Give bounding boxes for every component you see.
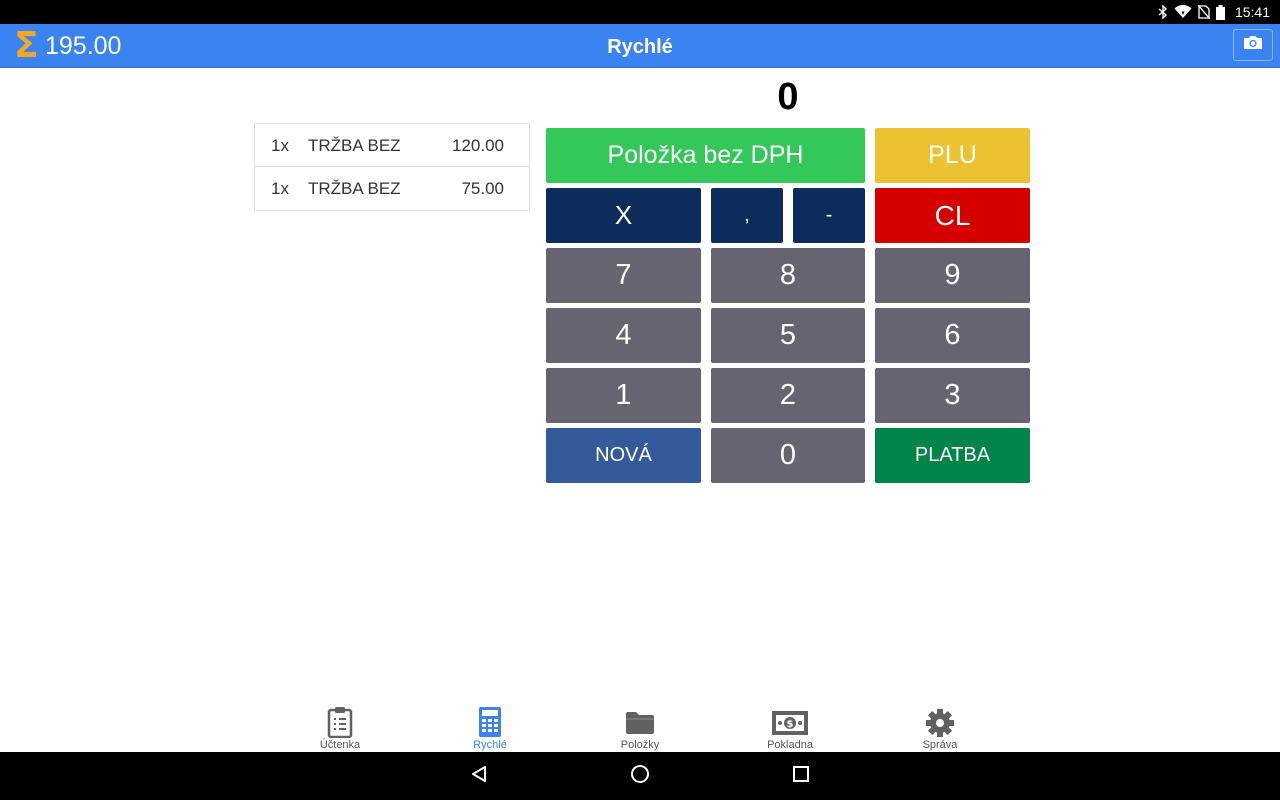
status-bar: 15:41 [0, 0, 1280, 24]
item-price: 75.00 [461, 179, 504, 198]
minus-button[interactable]: - [793, 188, 865, 243]
system-nav-bar [0, 752, 1280, 800]
digit-0-button[interactable]: 0 [711, 428, 865, 483]
app-bar-divider [0, 67, 1280, 68]
nav-item-polozky[interactable]: Položky [565, 700, 715, 752]
nav-item-pokladna[interactable]: $ Pokladna [715, 700, 865, 752]
digit-1-button[interactable]: 1 [546, 368, 701, 423]
bottom-nav: Účtenka Rychlé Položky $ Pokladna Správa [0, 700, 1280, 752]
bluetooth-icon [1158, 5, 1168, 19]
wifi-icon [1174, 5, 1192, 19]
pay-button[interactable]: PLATBA [875, 428, 1030, 483]
digit-4-button[interactable]: 4 [546, 308, 701, 363]
receipt-row[interactable]: 1x TRŽBA BEZ 75.00 [255, 167, 529, 210]
digit-3-button[interactable]: 3 [875, 368, 1030, 423]
home-icon [630, 764, 650, 789]
recents-icon [792, 765, 810, 788]
receipt-clipboard-icon [265, 706, 415, 738]
status-time: 15:41 [1234, 4, 1270, 20]
app-bar: Σ 195.00 Rychlé [0, 24, 1280, 68]
item-name: TRŽBA BEZ [308, 136, 401, 155]
item-price: 120.00 [452, 136, 504, 155]
page-title: Rychlé [607, 36, 673, 58]
item-quantity: 1x [271, 136, 289, 155]
item-quantity: 1x [271, 179, 289, 198]
nav-label: Rychlé [473, 739, 507, 751]
nav-item-uctenka[interactable]: Účtenka [265, 700, 415, 752]
nav-item-sprava[interactable]: Správa [865, 700, 1015, 752]
plu-button[interactable]: PLU [875, 128, 1030, 183]
digit-5-button[interactable]: 5 [711, 308, 865, 363]
item-name: TRŽBA BEZ [308, 179, 401, 198]
nav-item-rychle[interactable]: Rychlé [415, 700, 565, 752]
digit-6-button[interactable]: 6 [875, 308, 1030, 363]
nav-label: Pokladna [767, 739, 813, 751]
gear-icon [865, 706, 1015, 738]
entry-display: 0 [777, 76, 799, 118]
nav-label: Účtenka [319, 739, 361, 751]
status-icons: 15:41 [1158, 0, 1270, 24]
camera-icon [1243, 35, 1263, 55]
calculator-icon [415, 706, 565, 738]
home-button[interactable] [628, 764, 652, 788]
digit-8-button[interactable]: 8 [711, 248, 865, 303]
multiply-button[interactable]: X [546, 188, 701, 243]
back-button[interactable] [467, 764, 491, 788]
clear-button[interactable]: CL [875, 188, 1030, 243]
camera-button[interactable] [1233, 29, 1273, 61]
item-without-vat-button[interactable]: Položka bez DPH [546, 128, 865, 183]
receipt-list: 1x TRŽBA BEZ 120.00 1x TRŽBA BEZ 75.00 [254, 123, 530, 211]
recents-button[interactable] [789, 764, 813, 788]
battery-icon [1215, 4, 1225, 20]
folder-icon [565, 706, 715, 736]
digit-7-button[interactable]: 7 [546, 248, 701, 303]
no-sim-icon [1197, 5, 1210, 19]
svg-text:$: $ [787, 719, 794, 730]
new-receipt-button[interactable]: NOVÁ [546, 428, 701, 483]
back-icon [470, 765, 488, 788]
cash-icon: $ [715, 706, 865, 736]
digit-2-button[interactable]: 2 [711, 368, 865, 423]
comma-button[interactable]: , [711, 188, 783, 243]
receipt-row[interactable]: 1x TRŽBA BEZ 120.00 [255, 124, 529, 167]
nav-label: Správa [922, 739, 958, 751]
digit-9-button[interactable]: 9 [875, 248, 1030, 303]
nav-label: Položky [620, 739, 660, 751]
